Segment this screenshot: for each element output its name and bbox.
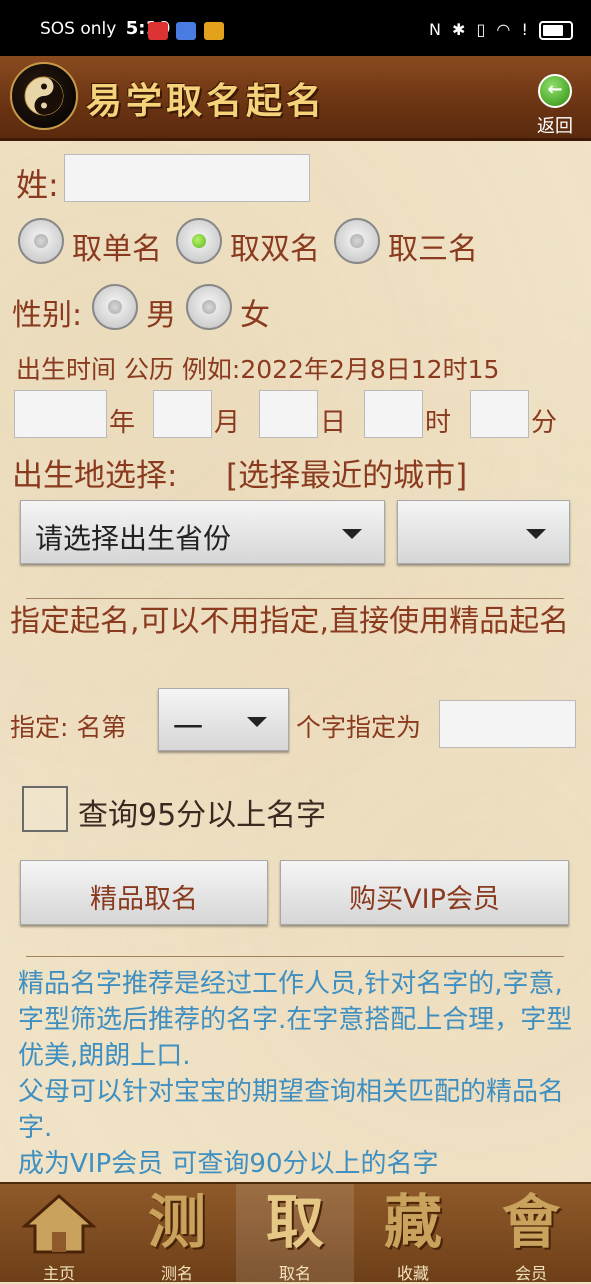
birth-time-hint: 出生时间 公历 例如:2022年2月8日12时15 [16,355,500,384]
radio-triple-name-label: 取三名 [388,232,478,267]
alert-icon: ! [521,20,531,39]
minute-input[interactable] [470,390,529,438]
designate-prefix: 指定: 名第 [10,713,127,742]
home-icon [0,1184,118,1260]
minute-unit: 分 [531,408,558,438]
back-arrow-icon: ← [538,74,572,108]
info-paragraph: 父母可以针对宝宝的期望查询相关匹配的精品名字. [18,1077,565,1143]
app-notification-icon [148,22,168,40]
yin-yang-logo-icon [10,62,78,130]
nav-get-name[interactable]: 取 取名 [236,1184,354,1283]
radio-single-name[interactable] [18,218,64,264]
back-button[interactable]: ← 返回 [530,74,580,137]
surname-label: 姓: [16,166,59,204]
premium-naming-button[interactable]: 精品取名 [20,860,268,925]
radio-female-label: 女 [240,298,270,333]
app-header: 易学取名起名 ← 返回 [0,56,591,141]
radio-female[interactable] [186,284,232,330]
nav-favorites-glyph: 藏 [383,1188,442,1256]
info-paragraph: 精品名字推荐是经过工作人员,针对名字的,字意,字型筛选后推荐的名字.在字意搭配上… [18,969,573,1071]
year-unit: 年 [109,408,136,438]
radio-single-name-label: 取单名 [72,232,162,267]
month-input[interactable] [153,390,212,438]
nav-get-name-glyph: 取 [265,1188,324,1256]
nearest-city-link[interactable]: [选择最近的城市] [226,450,467,495]
info-paragraph: 成为VIP会员 可查询90分以上的名字 [18,1149,439,1176]
info-panel: 精品名字推荐是经过工作人员,针对名字的,字意,字型筛选后推荐的名字.在字意搭配上… [18,966,576,1176]
battery-icon [539,21,573,40]
designate-suffix: 个字指定为 [296,713,422,742]
nav-member[interactable]: 會 会员 [472,1184,590,1283]
radio-double-name[interactable] [176,218,222,264]
status-right: N ✱ ▯ ◠ ! [429,20,573,40]
wifi-icon: ◠ [496,20,514,39]
vibrate-icon: ▯ [476,20,489,39]
nav-test-name-label: 测名 [160,1264,193,1283]
high-score-checkbox[interactable] [22,786,68,832]
buy-vip-button[interactable]: 购买VIP会员 [280,860,569,925]
status-bar: SOS only 5:19 N ✱ ▯ ◠ ! [0,0,591,56]
province-select-value: 请选择出生省份 [35,522,232,555]
city-select[interactable] [397,500,570,564]
bottom-nav: 主页 测 测名 取 取名 藏 收藏 會 会员 [0,1182,591,1283]
radio-male[interactable] [92,284,138,330]
radio-triple-name[interactable] [334,218,380,264]
dropdown-caret-icon [342,529,362,539]
app-title: 易学取名起名 [86,80,327,122]
nav-home-label: 主页 [42,1264,75,1283]
nav-test-name-glyph: 测 [147,1188,206,1256]
designate-position-select[interactable]: 一 [158,688,289,751]
year-input[interactable] [14,390,107,438]
high-score-checkbox-label: 查询95分以上名字 [78,798,327,833]
back-label: 返回 [537,116,573,137]
surname-input[interactable] [64,154,310,202]
nav-get-name-label: 取名 [278,1264,311,1283]
notification-icons [148,22,227,44]
month-unit: 月 [214,408,241,438]
hour-unit: 时 [425,408,452,438]
divider [26,598,564,599]
day-input[interactable] [259,390,318,438]
nav-favorites-label: 收藏 [396,1264,429,1283]
nav-test-name[interactable]: 测 测名 [118,1184,236,1283]
radio-double-name-label: 取双名 [230,232,320,267]
nav-member-glyph: 會 [501,1188,560,1256]
gender-label: 性别: [12,298,83,333]
bluetooth-icon: ✱ [452,20,469,39]
nav-member-label: 会员 [514,1264,547,1283]
designate-char-input[interactable] [439,700,576,748]
divider [26,956,564,957]
hour-input[interactable] [364,390,423,438]
premium-naming-label: 精品取名 [90,884,198,915]
designate-position-value: 一 [173,711,203,746]
buy-vip-label: 购买VIP会员 [349,884,500,915]
app-notification-icon [176,22,197,40]
birthplace-label: 出生地选择: [12,458,178,494]
day-unit: 日 [320,408,347,438]
dropdown-caret-icon [526,529,546,539]
province-select[interactable]: 请选择出生省份 [20,500,385,564]
dropdown-caret-icon [247,717,267,727]
designate-intro: 指定起名,可以不用指定,直接使用精品起名 [10,604,570,639]
nav-home[interactable]: 主页 [0,1184,118,1283]
carrier-text: SOS only [40,19,117,39]
app-notification-icon [204,22,225,40]
nfc-icon: N [428,20,444,39]
nav-favorites[interactable]: 藏 收藏 [354,1184,472,1283]
radio-male-label: 男 [146,298,176,333]
